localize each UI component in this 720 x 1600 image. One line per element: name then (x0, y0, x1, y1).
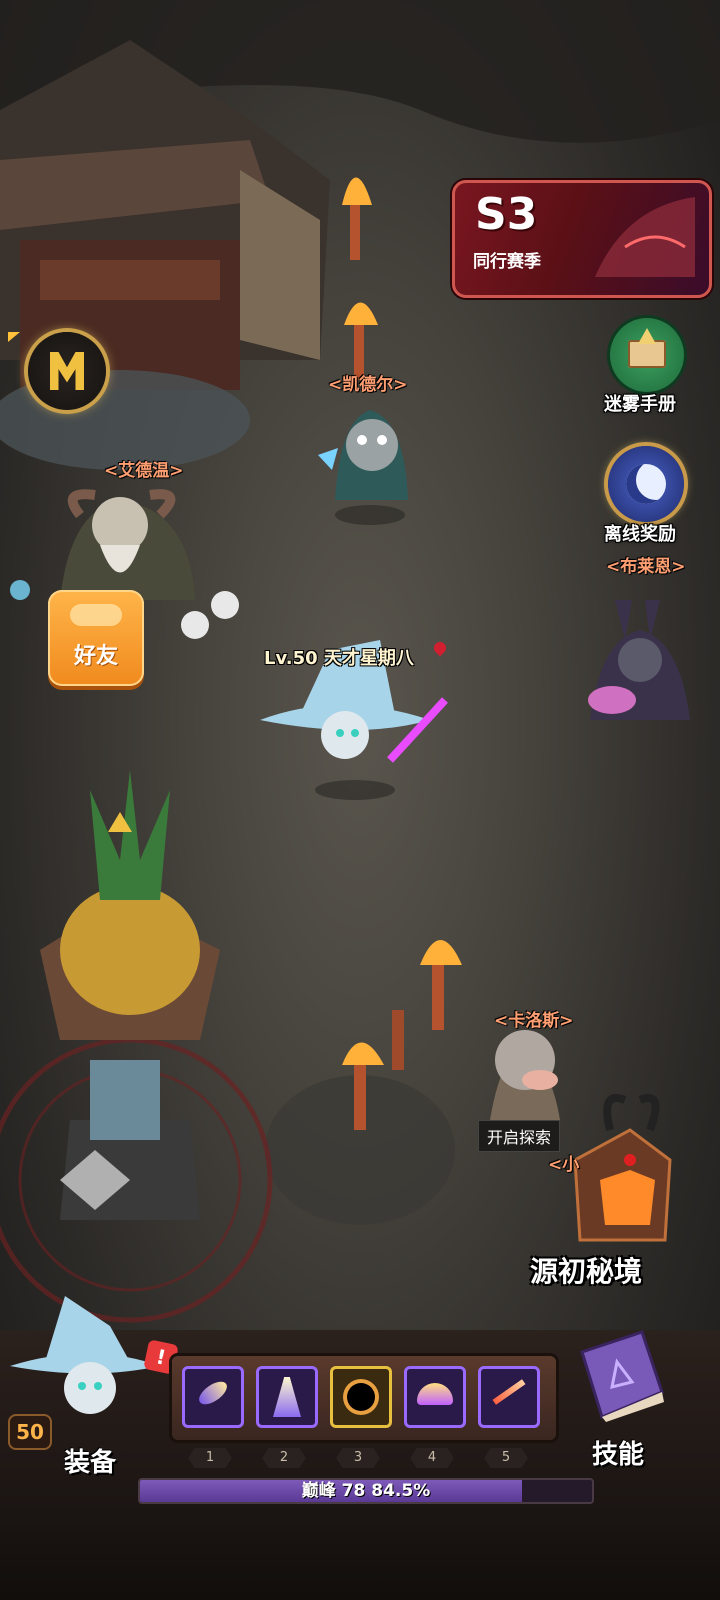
cloud-icon (70, 604, 122, 626)
peak-exp-text: 巅峰 78 84.5% (301, 1481, 431, 1501)
m-emblem-icon (50, 352, 84, 390)
skill-slot-4[interactable] (404, 1366, 466, 1428)
npc-label-aidewen[interactable]: <艾德温> (104, 456, 184, 481)
slot-number-1: 1 (188, 1448, 232, 1468)
npc-kaluosi-sprite[interactable] (490, 1030, 560, 1120)
npc-label-kaluosi[interactable]: <卡洛斯> (494, 1006, 574, 1031)
skills-label[interactable]: 技能 (592, 1434, 644, 1471)
dome-skill-icon (417, 1383, 453, 1405)
moon-star-icon (626, 464, 666, 504)
npc-label-bulaien[interactable]: <布莱恩> (606, 552, 686, 577)
friend-button[interactable]: 好友 (48, 590, 144, 686)
shop-badge-button[interactable] (28, 332, 106, 410)
triangle-emblem-icon (638, 328, 656, 344)
slot-number-3: 3 (336, 1448, 380, 1468)
npc-kaideer-sprite[interactable] (318, 410, 408, 525)
explore-tooltip[interactable]: 开启探索 (478, 1120, 561, 1152)
equip-label[interactable]: 装备 (64, 1442, 116, 1479)
book-icon (628, 340, 666, 368)
handbook-button[interactable] (610, 318, 684, 392)
light-beam-skill-icon (273, 1377, 301, 1417)
peak-exp-bar: 巅峰 78 84.5% (138, 1478, 594, 1504)
torch (344, 302, 378, 380)
npc-label-kaideer[interactable]: <凯德尔> (328, 370, 408, 395)
spellbook-icon (580, 1330, 664, 1422)
skill-slot-2[interactable] (256, 1366, 318, 1428)
handbook-label[interactable]: 迷雾手册 (604, 390, 676, 416)
torch (420, 940, 462, 1030)
npc-bulaien-sprite[interactable] (588, 600, 690, 720)
comet-skill-icon (195, 1377, 231, 1409)
season-tag: S3 (475, 189, 538, 240)
skill-slot-5[interactable] (478, 1366, 540, 1428)
offline-reward-button[interactable] (608, 446, 684, 522)
portal-emblem[interactable] (573, 1094, 672, 1242)
slot-number-4: 4 (410, 1448, 454, 1468)
npc-label-partial: <小 (548, 1155, 580, 1175)
skills-button[interactable] (572, 1322, 672, 1422)
player-name: Lv.50 天才星期八 (264, 648, 414, 669)
pineapple-statue (40, 770, 220, 1220)
slot-number-2: 2 (262, 1448, 306, 1468)
season-art (595, 197, 695, 277)
season-subtitle: 同行赛季 (473, 252, 541, 272)
meteor-shower-skill-icon (492, 1379, 526, 1405)
skill-bar (172, 1356, 556, 1440)
torch (342, 177, 372, 260)
offline-reward-label[interactable]: 离线奖励 (604, 520, 676, 546)
black-hole-skill-icon (347, 1383, 375, 1411)
location-pointer-icon (8, 332, 20, 342)
skill-slot-1[interactable] (182, 1366, 244, 1428)
skill-slot-3[interactable] (330, 1366, 392, 1428)
slot-number-5: 5 (484, 1448, 528, 1468)
portal-label[interactable]: 源初秘境 (530, 1250, 642, 1290)
friend-button-label: 好友 (73, 644, 118, 669)
season-banner[interactable]: S3 同行赛季 (452, 180, 712, 298)
player-level-badge: 50 (8, 1414, 52, 1450)
